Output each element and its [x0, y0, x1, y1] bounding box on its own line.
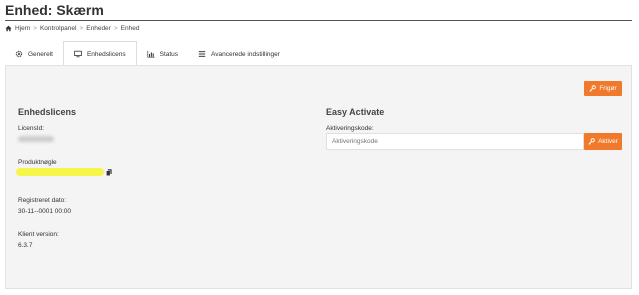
breadcrumb-separator: > [79, 24, 84, 32]
activate-button[interactable]: Aktiver [584, 133, 622, 150]
tab-general[interactable]: Generelt [5, 42, 63, 66]
product-key-value-redacted [16, 168, 104, 176]
copy-icon[interactable] [106, 169, 112, 176]
bar-chart-icon [147, 50, 155, 58]
tab-status[interactable]: Status [137, 42, 188, 66]
breadcrumb: Hjem > Kontrolpanel > Enheder > Enhed [5, 23, 139, 33]
breadcrumb-separator: > [113, 24, 118, 32]
registered-date-label: Registreret dato: [18, 197, 67, 204]
key-icon [588, 138, 595, 145]
list-icon [198, 51, 206, 57]
tab-advanced-settings[interactable]: Avancerede indstillinger [188, 42, 290, 66]
breadcrumb-separator: > [33, 24, 37, 32]
activate-button-label: Aktiver [598, 138, 618, 145]
license-section-title: Enhedslicens [18, 107, 77, 117]
tab-status-label: Status [159, 50, 179, 58]
breadcrumb-device: Enhed [120, 24, 140, 32]
tab-device-license[interactable]: Enhedslicens [62, 41, 137, 66]
easy-activate-title: Easy Activate [326, 107, 385, 117]
home-icon [5, 25, 12, 31]
product-key-label: Produktnøgle [18, 159, 57, 166]
client-version-label: Klient version: [18, 231, 59, 238]
tab-device-license-label: Enhedslicens [86, 50, 126, 58]
breadcrumb-devices[interactable]: Enheder [86, 25, 111, 32]
breadcrumb-control-panel[interactable]: Kontrolpanel [40, 25, 77, 32]
tab-general-label: Generelt [28, 50, 53, 58]
registered-date-value: 30-11--0001 00:00 [18, 208, 72, 215]
license-id-value-redacted [18, 136, 54, 142]
activation-code-input[interactable] [326, 133, 584, 150]
client-version-value: 6.3.7 [18, 242, 33, 249]
page-title: Enhed: Skærm [5, 2, 104, 18]
tab-advanced-settings-label: Avancerede indstillinger [211, 50, 280, 58]
breadcrumb-home[interactable]: Hjem [15, 25, 30, 32]
release-button-label: Frigør [599, 85, 617, 92]
license-panel: Frigør Enhedslicens LicensId: Produktnøg… [5, 65, 632, 289]
release-button[interactable]: Frigør [584, 81, 622, 96]
gear-icon [15, 50, 23, 58]
license-id-label: LicensId: [18, 125, 45, 132]
activation-code-label: Aktiveringskode: [326, 125, 374, 132]
tab-bar: Generelt Enhedslicens Status Avancerede … [5, 41, 632, 66]
title-divider [5, 20, 632, 21]
key-icon [589, 85, 597, 92]
monitor-icon [74, 50, 82, 58]
